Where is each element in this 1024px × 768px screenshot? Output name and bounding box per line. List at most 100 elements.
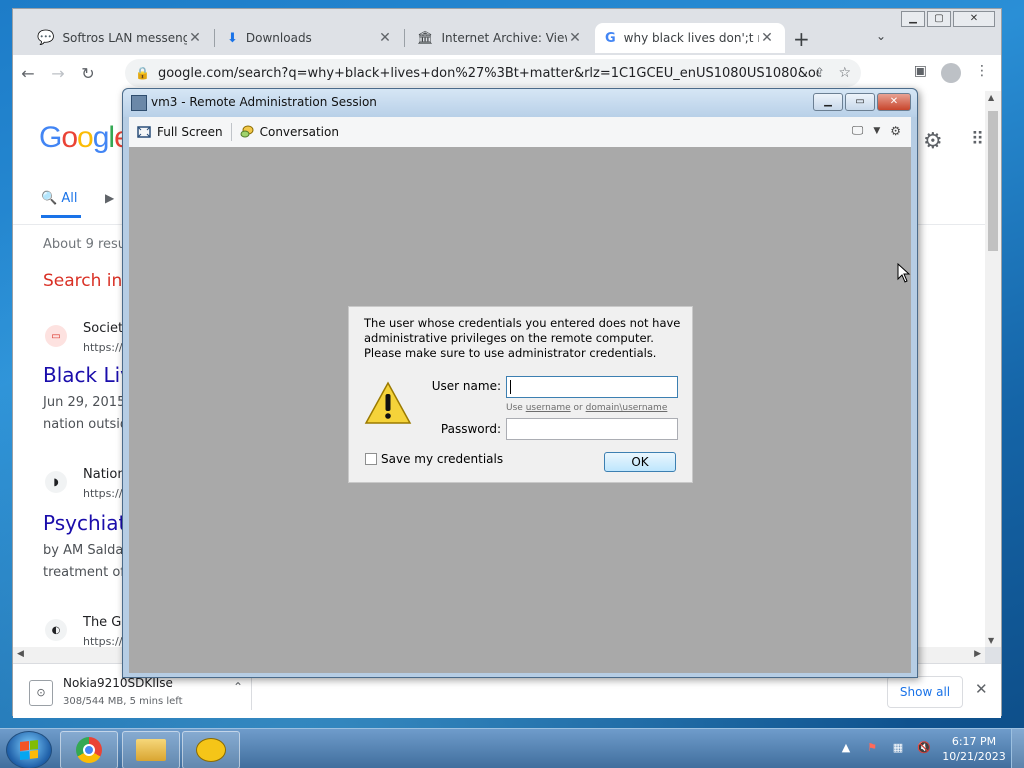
username-field[interactable] (506, 376, 678, 398)
window-controls: ▁ ▭ ✕ (813, 93, 911, 111)
window-titlebar[interactable]: vm3 - Remote Administration Session ▁ ▭ … (123, 89, 917, 117)
text-caret (510, 380, 511, 394)
settings-icon[interactable]: ⚙ (890, 124, 901, 138)
warning-icon (364, 381, 412, 424)
file-explorer-icon (136, 739, 166, 761)
site-favicon: ▭ (45, 325, 67, 347)
chevron-down-icon[interactable]: ▼ (873, 126, 880, 136)
remote-session-icon (131, 95, 147, 111)
close-button[interactable]: ✕ (953, 11, 995, 27)
show-hidden-icons-icon[interactable]: ▲ (837, 741, 855, 757)
scroll-right-icon[interactable]: ▶ (974, 649, 981, 659)
maximize-button[interactable]: ▭ (845, 93, 875, 111)
show-desktop-button[interactable] (1011, 729, 1024, 768)
hint-domain-username: domain\username (585, 403, 668, 413)
show-all-button[interactable]: Show all (887, 676, 963, 708)
google-icon: G (605, 30, 616, 46)
scroll-down-icon[interactable]: ▼ (988, 636, 994, 645)
result-title-link[interactable]: Black Liv (43, 363, 132, 387)
taskbar-softros-messenger[interactable] (182, 731, 240, 768)
clock[interactable]: 6:17 PM 10/21/2023 (937, 734, 1011, 764)
mouse-pointer-icon (897, 263, 911, 283)
hint-username: username (525, 403, 571, 413)
conversation-icon (240, 125, 254, 138)
result-site-name: The G (83, 615, 122, 630)
network-icon[interactable]: ▦ (889, 741, 907, 757)
hint-prefix: Use (506, 403, 526, 413)
videos-tab-icon[interactable]: ▶ (105, 191, 114, 205)
save-credentials-label[interactable]: Save my credentials (381, 452, 503, 466)
hint-or: or (570, 403, 586, 413)
vertical-scrollbar[interactable]: ▲ ▼ (985, 91, 1001, 647)
scroll-thumb[interactable] (988, 111, 998, 251)
browser-toolbar: ← → ↻ 🔒 google.com/search?q=why+black+li… (13, 55, 1001, 91)
site-favicon: ◗ (45, 471, 67, 493)
result-meta: by AM Salda (43, 543, 124, 558)
search-instead-link[interactable]: Search ins (43, 271, 131, 291)
ok-button[interactable]: OK (604, 452, 676, 472)
tab-title: why black lives don';t matter (623, 31, 759, 45)
tab-separator (214, 29, 215, 47)
clock-date: 10/21/2023 (942, 750, 1006, 763)
back-icon[interactable]: ← (13, 64, 43, 83)
site-favicon: ◐ (45, 619, 67, 641)
taskbar-file-explorer[interactable] (122, 731, 180, 768)
tab-all[interactable]: 🔍 All (41, 191, 81, 218)
file-icon: ⊙ (29, 680, 53, 706)
share-icon[interactable]: ⇪ (814, 66, 825, 81)
apps-grid-icon[interactable]: ⠿ (971, 129, 984, 150)
result-date: Jun 29, 2015 (43, 395, 126, 410)
close-button[interactable]: ✕ (877, 93, 911, 111)
side-panel-icon[interactable]: ▣ (914, 63, 927, 83)
password-field[interactable] (506, 418, 678, 440)
menu-icon[interactable]: ⋮ (975, 63, 989, 83)
google-logo[interactable]: Google (39, 121, 131, 155)
result-title-link[interactable]: Psychiatr (43, 511, 135, 535)
close-icon[interactable]: ✕ (975, 680, 988, 698)
scroll-up-icon[interactable]: ▲ (988, 93, 994, 102)
save-credentials-checkbox[interactable] (365, 453, 377, 465)
download-icon: ⬇ (227, 30, 238, 46)
maximize-button[interactable]: ▢ (927, 11, 951, 27)
download-item[interactable]: ⊙ Nokia9210SDKIIse 308/544 MB, 5 mins le… (27, 674, 249, 714)
bookmark-star-icon[interactable]: ☆ (838, 65, 851, 81)
conversation-label: Conversation (259, 125, 339, 139)
full-screen-button[interactable]: Full Screen (129, 120, 231, 144)
tab-title: Internet Archive: View Archive (441, 31, 567, 45)
profile-avatar[interactable] (941, 63, 961, 83)
tab-downloads[interactable]: ⬇ Downloads ✕ (217, 23, 403, 53)
tab-separator (404, 29, 405, 47)
start-button[interactable] (6, 731, 52, 768)
forward-icon[interactable]: → (43, 64, 73, 83)
window-title: vm3 - Remote Administration Session (151, 95, 377, 109)
close-icon[interactable]: ✕ (759, 30, 775, 46)
taskbar-chrome[interactable] (60, 731, 118, 768)
minimize-button[interactable]: ▁ (813, 93, 843, 111)
username-label: User name: (431, 379, 501, 393)
tab-title: Downloads (245, 31, 312, 45)
close-icon[interactable]: ✕ (187, 30, 203, 46)
download-status: 308/544 MB, 5 mins left (63, 696, 183, 707)
full-screen-icon (137, 126, 151, 138)
chevron-up-icon[interactable]: ⌃ (233, 680, 243, 694)
tab-softros[interactable]: 💬 Softros LAN messenger ✕ (27, 23, 213, 53)
reload-icon[interactable]: ↻ (73, 64, 103, 83)
conversation-button[interactable]: Conversation (232, 120, 347, 144)
new-tab-button[interactable]: + (793, 27, 810, 51)
error-message: The user whose credentials you entered d… (364, 316, 681, 360)
chevron-down-icon[interactable]: ⌄ (876, 29, 886, 43)
session-toolbar: Full Screen Conversation 🖵 ▼ ⚙ (129, 117, 911, 148)
scroll-left-icon[interactable]: ◀ (17, 649, 24, 659)
minimize-button[interactable]: ▁ (901, 11, 925, 27)
close-icon[interactable]: ✕ (377, 30, 393, 46)
address-bar[interactable]: 🔒 google.com/search?q=why+black+lives+do… (125, 59, 861, 87)
result-site-name: Societ (83, 321, 124, 336)
password-label: Password: (440, 422, 501, 436)
action-center-icon[interactable]: ⚑ (863, 741, 881, 757)
gear-icon[interactable]: ⚙ (923, 129, 943, 154)
close-icon[interactable]: ✕ (567, 30, 583, 46)
tab-internet-archive[interactable]: 🏛 Internet Archive: View Archive ✕ (407, 23, 593, 53)
volume-muted-icon[interactable]: 🔇 (915, 741, 933, 757)
tab-google-search[interactable]: G why black lives don';t matter ✕ (595, 23, 785, 53)
monitor-icon[interactable]: 🖵 (852, 123, 864, 138)
